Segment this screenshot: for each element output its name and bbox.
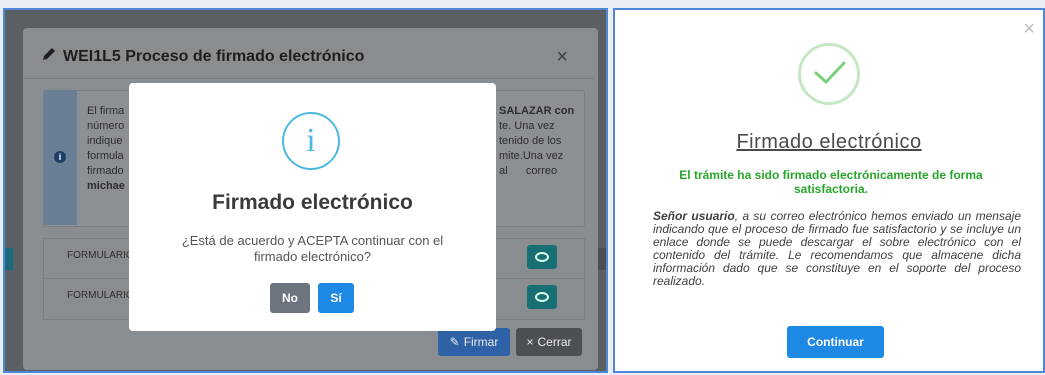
- no-button[interactable]: No: [270, 283, 310, 313]
- body-lead: Señor usuario: [653, 209, 735, 223]
- cerrar-button[interactable]: × Cerrar: [516, 328, 582, 356]
- info-text-right-1: SALAZAR con: [499, 105, 575, 117]
- form-row-label-2: FORMULARIO: [67, 290, 134, 301]
- info-text-left-6: michae: [87, 180, 125, 192]
- success-message: El trámite ha sido firmado electrónicame…: [679, 168, 983, 196]
- left-screen: WEI1L5 Proceso de firmado electrónico × …: [3, 8, 608, 373]
- success-body: Señor usuario, a su correo electrónico h…: [653, 210, 1021, 288]
- pencil-icon: [41, 46, 57, 67]
- info-text-right-2: te. Una vez: [499, 120, 555, 132]
- pencil-icon: ✎: [449, 335, 460, 349]
- info-text-right-3: tenido de los: [499, 135, 562, 147]
- close-icon: ×: [526, 335, 534, 349]
- divider: [23, 78, 594, 79]
- page-edge-left: [5, 248, 13, 270]
- info-text-right-5: al correo: [499, 165, 558, 177]
- continuar-button[interactable]: Continuar: [787, 326, 884, 358]
- confirm-title: Firmado electrónico: [212, 191, 413, 214]
- view-form-button-1[interactable]: [527, 245, 557, 269]
- firmar-button[interactable]: ✎ Firmar: [438, 328, 510, 356]
- eye-icon: [535, 252, 549, 262]
- info-text-left-5: firmado: [87, 165, 124, 177]
- background-dialog-title: WEI1L5 Proceso de firmado electrónico: [41, 46, 364, 67]
- view-form-button-2[interactable]: [527, 285, 557, 309]
- info-text-left-2: número: [87, 120, 125, 132]
- success-title: Firmado electrónico: [736, 131, 922, 153]
- info-icon: i: [54, 151, 66, 163]
- confirm-message: ¿Está de acuerdo y ACEPTA continuar con …: [181, 233, 444, 264]
- right-screen: × Firmado electrónico El trámite ha sido…: [613, 8, 1045, 373]
- background-close-icon[interactable]: ×: [556, 46, 568, 69]
- confirm-modal: i Firmado electrónico ¿Está de acuerdo y…: [129, 83, 496, 331]
- info-text-left-3: indique: [87, 135, 123, 147]
- success-check-icon: [798, 43, 860, 105]
- close-icon[interactable]: ×: [1023, 18, 1035, 41]
- info-text-right-4: mite.Una vez: [499, 150, 564, 162]
- si-button[interactable]: Sí: [318, 283, 354, 313]
- info-text-left-4: formula: [87, 150, 124, 162]
- info-text-left-1: El firma: [87, 105, 125, 117]
- page-edge-right: [598, 248, 606, 270]
- eye-icon: [535, 292, 549, 302]
- form-row-label-1: FORMULARIO: [67, 250, 134, 261]
- info-icon: i: [282, 112, 340, 170]
